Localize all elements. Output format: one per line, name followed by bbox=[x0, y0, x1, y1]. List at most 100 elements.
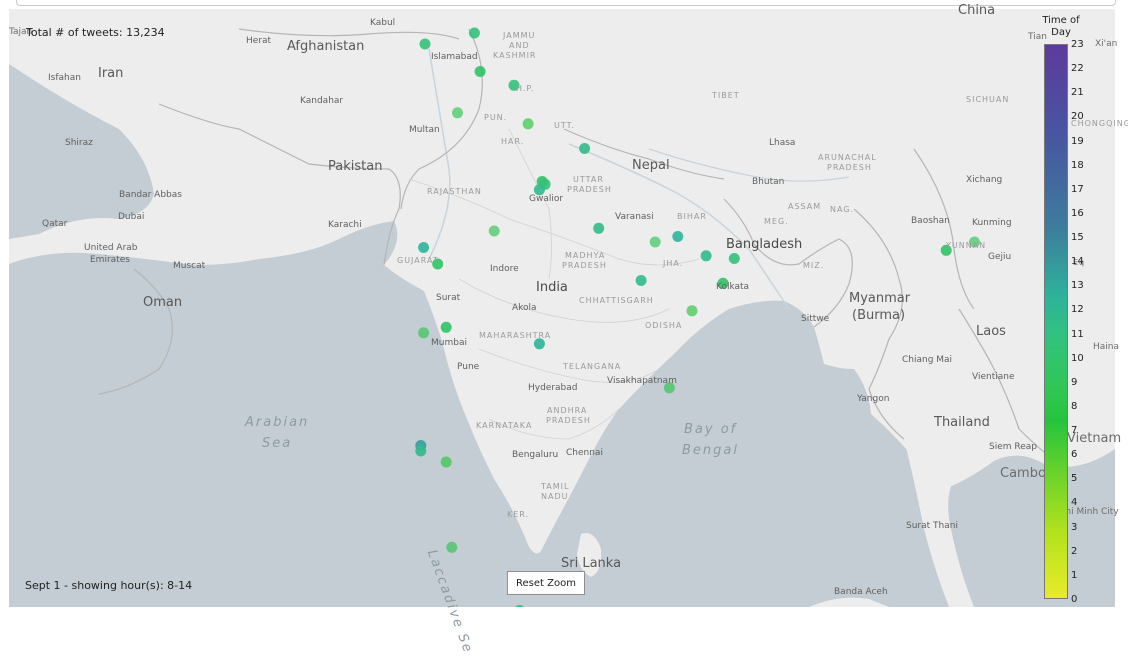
colorbar-tick-16: 16 bbox=[1071, 207, 1084, 219]
map-label-china: China bbox=[958, 3, 996, 18]
tweet-point[interactable] bbox=[440, 456, 452, 468]
map-label-hp: H.P. bbox=[516, 84, 535, 93]
tweet-point[interactable] bbox=[418, 242, 430, 253]
tweet-point[interactable] bbox=[415, 445, 427, 457]
map-label-yangon: Yangon bbox=[857, 394, 890, 404]
map-label-kabul: Kabul bbox=[370, 18, 396, 28]
tweet-point[interactable] bbox=[522, 118, 534, 130]
map-label-pradesh: PRADESH bbox=[567, 185, 612, 194]
colorbar-tick-20: 20 bbox=[1071, 111, 1084, 123]
tweet-point[interactable] bbox=[446, 541, 458, 553]
map-label-sichuan: SICHUAN bbox=[966, 95, 1010, 104]
tweet-point[interactable] bbox=[686, 305, 698, 317]
colorbar-title: Time of Day bbox=[1042, 15, 1080, 38]
map-label-visakhapatnam: Visakhapatnam bbox=[607, 376, 677, 386]
map-label-surat-thani: Surat Thani bbox=[906, 521, 958, 531]
map-label-nag: NAG. bbox=[830, 205, 855, 214]
map-label-arunachal: ARUNACHAL bbox=[818, 153, 877, 162]
map-label-chennai: Chennai bbox=[566, 448, 603, 458]
map-label-nepal: Nepal bbox=[632, 158, 670, 173]
map-label-gejiu: Gejiu bbox=[988, 252, 1012, 262]
colorbar-tick-15: 15 bbox=[1071, 232, 1084, 244]
tweet-point[interactable] bbox=[672, 231, 684, 242]
map-label-yunnan: YUNNAN bbox=[946, 241, 987, 250]
map-label-islamabad: Islamabad bbox=[431, 52, 478, 62]
map-label-bandar-abbas: Bandar Abbas bbox=[119, 190, 182, 200]
map-label-jammu: JAMMU bbox=[503, 31, 536, 40]
map-label-oman: Oman bbox=[143, 295, 183, 310]
map-label-qatar: Qatar bbox=[42, 219, 68, 229]
map-label-indore: Indore bbox=[490, 264, 519, 274]
colorbar bbox=[1044, 44, 1068, 599]
map-label-shiraz: Shiraz bbox=[65, 138, 93, 148]
map-label-dubai: Dubai bbox=[118, 212, 145, 222]
colorbar-tick-8: 8 bbox=[1071, 400, 1078, 412]
colorbar-tick-4: 4 bbox=[1071, 497, 1078, 509]
map-label-burma: (Burma) bbox=[852, 308, 906, 323]
tweet-point[interactable] bbox=[419, 38, 431, 50]
map-label-jha: JHA. bbox=[663, 259, 684, 268]
map-label-kolkata: Kolkata bbox=[716, 282, 750, 292]
tweet-point[interactable] bbox=[488, 225, 500, 237]
search-bar-edge[interactable] bbox=[16, 0, 1116, 6]
tweet-point[interactable] bbox=[635, 275, 647, 286]
map-label-afghanistan: Afghanistan bbox=[287, 39, 365, 54]
map-label-arabian: Arabian bbox=[245, 415, 310, 430]
tweet-point[interactable] bbox=[418, 327, 430, 339]
map-label-siem-reap: Siem Reap bbox=[989, 442, 1037, 452]
map-label-tamil: TAMIL bbox=[541, 482, 570, 491]
map-label-assam: ASSAM bbox=[788, 202, 822, 211]
map-label-rajasthan: RAJASTHAN bbox=[427, 187, 482, 196]
map-label-kunming: Kunming bbox=[972, 218, 1012, 228]
map-label-tibet: TIBET bbox=[712, 91, 740, 100]
colorbar-tick-21: 21 bbox=[1071, 87, 1084, 99]
tweet-point[interactable] bbox=[440, 321, 452, 333]
map-label-surat: Surat bbox=[436, 293, 461, 303]
map-label-miz: MIZ. bbox=[803, 261, 825, 270]
map-label-india: India bbox=[536, 280, 568, 295]
colorbar-tick-6: 6 bbox=[1071, 449, 1078, 461]
map-label-chhattisgarh: CHHATTISGARH bbox=[579, 296, 654, 305]
colorbar-tick-14: 14 bbox=[1071, 256, 1084, 268]
colorbar-tick-7: 7 bbox=[1071, 425, 1078, 437]
map-label-ker: KER. bbox=[507, 510, 530, 519]
map-label-sittwe: Sittwe bbox=[801, 314, 830, 324]
total-tweets-label: Total # of tweets: 13,234 bbox=[26, 26, 165, 39]
reset-zoom-button[interactable]: Reset Zoom bbox=[507, 571, 585, 595]
map-label-akola: Akola bbox=[512, 303, 537, 313]
map-label-hainan: Haina bbox=[1093, 342, 1120, 352]
colorbar-tick-2: 2 bbox=[1071, 545, 1078, 557]
tweet-point[interactable] bbox=[579, 143, 591, 154]
map-label-gujarat: GUJARAT bbox=[397, 256, 439, 265]
map-label-pakistan: Pakistan bbox=[328, 159, 383, 174]
map-label-lhasa: Lhasa bbox=[769, 138, 796, 148]
map-label-iran: Iran bbox=[98, 66, 124, 81]
map-label-kashmir: KASHMIR bbox=[493, 51, 537, 60]
colorbar-tick-0: 0 bbox=[1071, 594, 1078, 605]
tweet-point[interactable] bbox=[649, 236, 661, 248]
hour-range-status: Sept 1 - showing hour(s): 8-14 bbox=[25, 579, 193, 592]
map-app: Kabul Herat Afghanistan JAMMU AND KASHMI… bbox=[0, 0, 1128, 656]
map-label-vientiane: Vientiane bbox=[972, 372, 1015, 382]
colorbar-tick-23: 23 bbox=[1071, 39, 1084, 50]
colorbar-tick-3: 3 bbox=[1071, 521, 1078, 533]
tweet-point[interactable] bbox=[593, 222, 605, 234]
colorbar-tick-22: 22 bbox=[1071, 63, 1084, 75]
tweet-point[interactable] bbox=[452, 107, 463, 119]
map-label-mumbai: Mumbai bbox=[431, 338, 467, 348]
tweet-point[interactable] bbox=[468, 27, 480, 39]
map-label-kandahar: Kandahar bbox=[300, 96, 344, 106]
map-label-maharashtra: MAHARASHTRA bbox=[479, 331, 552, 340]
map-label-bihar: BIHAR bbox=[677, 212, 707, 221]
tweet-point[interactable] bbox=[728, 253, 740, 264]
tweet-point[interactable] bbox=[700, 250, 712, 262]
colorbar-tick-1: 1 bbox=[1071, 569, 1078, 581]
map-label-andhra-pradesh: PRADESH bbox=[546, 416, 591, 425]
map-label-pune: Pune bbox=[457, 362, 480, 372]
tweet-point[interactable] bbox=[474, 66, 486, 77]
map-label-thailand: Thailand bbox=[934, 415, 990, 430]
map-label-hyderabad: Hyderabad bbox=[528, 383, 578, 393]
colorbar-tick-19: 19 bbox=[1071, 135, 1084, 147]
map-label-karnataka: KARNATAKA bbox=[476, 421, 533, 430]
map-label-sri-lanka: Sri Lanka bbox=[561, 556, 622, 571]
